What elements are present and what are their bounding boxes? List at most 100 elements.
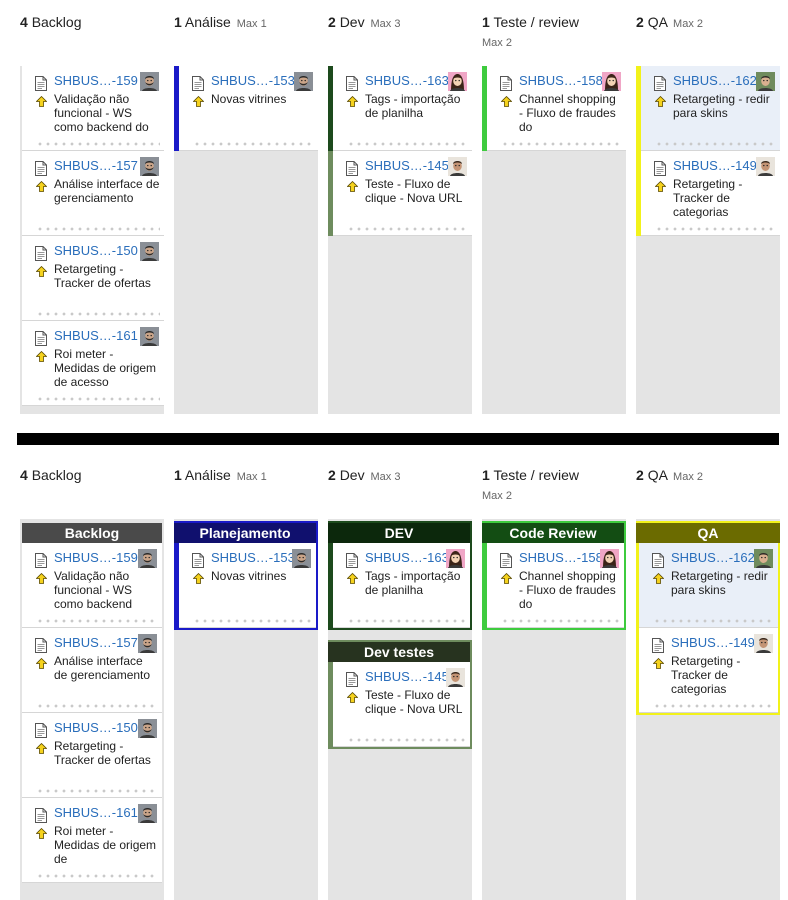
card-grip-dots[interactable] bbox=[347, 619, 466, 623]
document-icon bbox=[192, 553, 204, 568]
card-grip-dots[interactable] bbox=[36, 227, 160, 231]
lane-backlog: SHBUS…-159 Validação não funcional - WS c… bbox=[20, 66, 164, 406]
issue-key-link[interactable]: SHBUS…-158 bbox=[519, 73, 615, 89]
lane-code-review: SHBUS…-158 Channel shopping - Fluxo de fr… bbox=[482, 66, 626, 151]
column-header-qa[interactable]: 2 QA Max 2 bbox=[636, 12, 786, 34]
issue-summary: Validação não funcional - WS como backen… bbox=[54, 92, 149, 134]
card-grip-dots[interactable] bbox=[36, 142, 160, 146]
avatar-icon[interactable] bbox=[138, 804, 157, 823]
card-grip-dots[interactable] bbox=[36, 874, 158, 878]
column-header-backlog[interactable]: 4 Backlog bbox=[20, 465, 170, 485]
avatar-icon[interactable] bbox=[292, 549, 311, 568]
issue-key-link[interactable]: SHBUS…-163 bbox=[365, 73, 461, 89]
card-grip-dots[interactable] bbox=[36, 397, 160, 401]
issue-card[interactable]: SHBUS…-153 Novas vitrines bbox=[179, 66, 318, 151]
issue-key-link[interactable]: SHBUS…-149 bbox=[671, 635, 767, 651]
column-max: Max 2 bbox=[482, 37, 512, 49]
avatar-icon[interactable] bbox=[756, 72, 775, 91]
card-grip-dots[interactable] bbox=[655, 142, 776, 146]
issue-key-link[interactable]: SHBUS…-162 bbox=[671, 550, 767, 566]
issue-key-link[interactable]: SHBUS…-149 bbox=[673, 158, 769, 174]
avatar-icon[interactable] bbox=[140, 327, 159, 346]
group-title[interactable]: Dev testes bbox=[328, 642, 470, 662]
column-header-analise[interactable]: 1 Análise Max 1 bbox=[174, 12, 324, 34]
issue-card[interactable]: SHBUS…-159 Validação não funcional - WS c… bbox=[22, 543, 162, 628]
group-title[interactable]: QA bbox=[636, 523, 780, 543]
avatar-icon[interactable] bbox=[140, 157, 159, 176]
avatar-icon[interactable] bbox=[600, 549, 619, 568]
avatar-icon[interactable] bbox=[754, 634, 773, 653]
avatar-icon[interactable] bbox=[138, 634, 157, 653]
issue-card[interactable]: SHBUS…-161 Roi meter - Medidas de origem … bbox=[22, 798, 162, 883]
card-grip-dots[interactable] bbox=[347, 227, 468, 231]
card-grip-dots[interactable] bbox=[653, 619, 774, 623]
card-grip-dots[interactable] bbox=[36, 704, 158, 708]
column-header-teste-review[interactable]: 1 Teste / review Max 2 bbox=[482, 465, 632, 503]
avatar-icon[interactable] bbox=[140, 242, 159, 261]
avatar-icon[interactable] bbox=[448, 72, 467, 91]
issue-key-link[interactable]: SHBUS…-153 bbox=[211, 73, 307, 89]
avatar-icon[interactable] bbox=[446, 668, 465, 687]
issue-key-link[interactable]: SHBUS…-159 bbox=[54, 550, 150, 566]
issue-card[interactable]: SHBUS…-153 Novas vitrines bbox=[179, 543, 316, 628]
issue-card[interactable]: SHBUS…-145 Teste - Fluxo de clique - Nova… bbox=[333, 662, 470, 747]
issue-card[interactable]: SHBUS…-150 Retargeting - Tracker de ofert… bbox=[22, 713, 162, 798]
card-grip-dots[interactable] bbox=[36, 312, 160, 316]
column-count: 4 bbox=[20, 14, 28, 30]
issue-key-link[interactable]: SHBUS…-145 bbox=[365, 158, 461, 174]
issue-card[interactable]: SHBUS…-158 Channel shopping - Fluxo de fr… bbox=[487, 66, 626, 151]
column-header-dev[interactable]: 2 Dev Max 3 bbox=[328, 12, 478, 34]
avatar-icon[interactable] bbox=[602, 72, 621, 91]
issue-card[interactable]: SHBUS…-157 Análise interface de gerenciam… bbox=[22, 151, 164, 236]
column-header-analise[interactable]: 1 Análise Max 1 bbox=[174, 465, 324, 487]
card-grip-dots[interactable] bbox=[501, 619, 620, 623]
group-title[interactable]: Planejamento bbox=[174, 523, 316, 543]
card-grip-dots[interactable] bbox=[193, 142, 314, 146]
issue-key-link[interactable]: SHBUS…-157 bbox=[54, 158, 150, 174]
issue-card[interactable]: SHBUS…-158 Channel shopping - Fluxo de fr… bbox=[487, 543, 624, 628]
issue-card[interactable]: SHBUS…-150 Retargeting - Tracker de ofert… bbox=[22, 236, 164, 321]
issue-card[interactable]: SHBUS…-163 Tags - importação de planilha bbox=[333, 66, 472, 151]
card-grip-dots[interactable] bbox=[347, 142, 468, 146]
column-analise: SHBUS…-153 Novas vitrines bbox=[174, 66, 318, 414]
card-grip-dots[interactable] bbox=[36, 619, 158, 623]
avatar-icon[interactable] bbox=[138, 549, 157, 568]
issue-key-link[interactable]: SHBUS…-161 bbox=[54, 328, 150, 344]
avatar-icon[interactable] bbox=[140, 72, 159, 91]
group-title[interactable]: DEV bbox=[328, 523, 470, 543]
issue-card[interactable]: SHBUS…-163 Tags - importação de planilha bbox=[333, 543, 470, 628]
issue-key-link[interactable]: SHBUS…-150 bbox=[54, 243, 150, 259]
card-grip-dots[interactable] bbox=[347, 738, 466, 742]
issue-card[interactable]: SHBUS…-161 Roi meter - Medidas de origem … bbox=[22, 321, 164, 406]
issue-key-link[interactable]: SHBUS…-157 bbox=[54, 635, 150, 651]
column-header-backlog[interactable]: 4 Backlog bbox=[20, 12, 170, 32]
avatar-icon[interactable] bbox=[138, 719, 157, 738]
issue-card[interactable]: SHBUS…-157 Análise interface de gerenciam… bbox=[22, 628, 162, 713]
group-title[interactable]: Code Review bbox=[482, 523, 624, 543]
card-grip-dots[interactable] bbox=[655, 227, 776, 231]
avatar-icon[interactable] bbox=[446, 549, 465, 568]
card-grip-dots[interactable] bbox=[653, 704, 774, 708]
issue-card[interactable]: SHBUS…-149 Retargeting - Tracker de categ… bbox=[639, 628, 778, 713]
issue-key-link[interactable]: SHBUS…-162 bbox=[673, 73, 769, 89]
issue-card[interactable]: SHBUS…-145 Teste - Fluxo de clique - Nova… bbox=[333, 151, 472, 236]
issue-key-link[interactable]: SHBUS…-161 bbox=[54, 805, 150, 821]
column-header-teste-review[interactable]: 1 Teste / review Max 2 bbox=[482, 12, 632, 50]
column-header-qa[interactable]: 2 QA Max 2 bbox=[636, 465, 786, 487]
group-title[interactable]: Backlog bbox=[22, 523, 162, 543]
avatar-icon[interactable] bbox=[294, 72, 313, 91]
issue-card[interactable]: SHBUS…-149 Retargeting - Tracker de categ… bbox=[641, 151, 780, 236]
issue-summary: Teste - Fluxo de clique - Nova URL bbox=[365, 177, 463, 205]
avatar-icon[interactable] bbox=[448, 157, 467, 176]
issue-card[interactable]: SHBUS…-159 Validação não funcional - WS c… bbox=[22, 66, 164, 151]
card-grip-dots[interactable] bbox=[501, 142, 622, 146]
avatar-icon[interactable] bbox=[754, 549, 773, 568]
issue-card[interactable]: SHBUS…-162 Retargeting - redir para skins bbox=[639, 543, 778, 628]
card-grip-dots[interactable] bbox=[193, 619, 312, 623]
card-grip-dots[interactable] bbox=[36, 789, 158, 793]
issue-card[interactable]: SHBUS…-162 Retargeting - redir para skins bbox=[641, 66, 780, 151]
column-header-dev[interactable]: 2 Dev Max 3 bbox=[328, 465, 478, 487]
issue-key-link[interactable]: SHBUS…-150 bbox=[54, 720, 150, 736]
avatar-icon[interactable] bbox=[756, 157, 775, 176]
issue-key-link[interactable]: SHBUS…-159 bbox=[54, 73, 150, 89]
